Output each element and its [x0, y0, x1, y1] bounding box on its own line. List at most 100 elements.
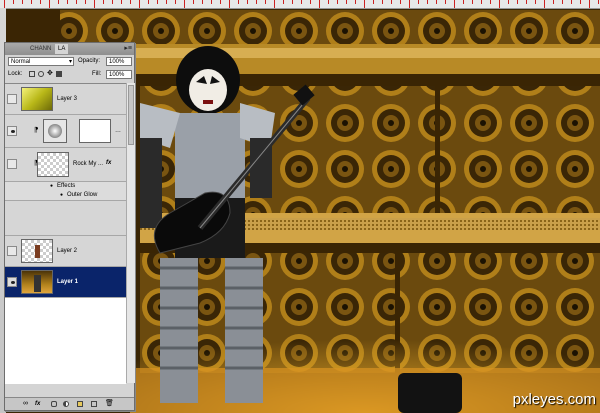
- eye-icon[interactable]: ●: [50, 182, 53, 190]
- ruler-tick: [472, 0, 473, 4]
- ruler-tick: [265, 0, 266, 4]
- layer-row[interactable]: ⁋ …: [5, 115, 126, 148]
- ruler-tick: [22, 0, 23, 4]
- ruler-tick: [49, 0, 50, 8]
- ruler-tick: [499, 0, 500, 8]
- ruler-tick: [562, 0, 563, 4]
- new-group-icon[interactable]: [77, 401, 83, 407]
- ruler-tick: [463, 0, 464, 4]
- visibility-toggle[interactable]: [7, 159, 17, 169]
- visibility-toggle[interactable]: [7, 277, 17, 287]
- layers-panel: CHANN LA ▸≡ Normal ▾ Opacity: 100% Lock:…: [4, 42, 135, 411]
- ruler-tick: [346, 0, 347, 4]
- ruler-tick: [301, 0, 302, 4]
- layer-thumbnail: [21, 87, 53, 111]
- lock-image-icon[interactable]: [38, 71, 44, 77]
- lock-row: Lock: ✥ Fill: 100%: [8, 70, 132, 80]
- visibility-toggle[interactable]: [7, 246, 17, 256]
- ruler-tick: [220, 0, 221, 4]
- layer-row-spacer: [5, 201, 126, 236]
- new-layer-icon[interactable]: [91, 401, 97, 407]
- ruler-tick: [40, 0, 41, 4]
- trash-icon[interactable]: 🗑: [105, 400, 114, 407]
- ruler-tick: [112, 0, 113, 4]
- effect-name: Outer Glow: [67, 192, 98, 198]
- opacity-field[interactable]: 100%: [106, 57, 132, 66]
- ruler-tick: [535, 0, 536, 4]
- effect-item-row[interactable]: ● Outer Glow: [5, 191, 126, 201]
- scrollbar-thumb[interactable]: [128, 85, 134, 145]
- tab-layers[interactable]: LA: [55, 44, 69, 54]
- ruler-tick: [67, 0, 68, 4]
- eye-icon[interactable]: ●: [60, 191, 63, 199]
- ruler-tick: [436, 0, 437, 4]
- layers-scrollbar[interactable]: [126, 83, 135, 383]
- layer-row-selected[interactable]: Layer 1: [5, 267, 126, 298]
- ruler-tick: [103, 0, 104, 4]
- effects-label: Effects: [57, 183, 76, 189]
- layer-name: Layer 2: [57, 248, 78, 254]
- ruler-tick: [13, 0, 14, 4]
- fx-icon[interactable]: fx: [106, 159, 111, 167]
- ruler-tick: [553, 0, 554, 4]
- layer-row[interactable]: Layer 2: [5, 236, 126, 267]
- add-mask-icon[interactable]: [51, 401, 57, 407]
- fill-value: 100%: [109, 72, 125, 78]
- ruler-tick: [427, 0, 428, 4]
- layer-name: Layer 1: [57, 279, 79, 285]
- layer-row[interactable]: Layer 3: [5, 84, 126, 115]
- ruler-tick: [589, 0, 590, 8]
- ruler-tick: [310, 0, 311, 4]
- ruler-tick: [148, 0, 149, 4]
- more-icon: …: [115, 128, 121, 134]
- ruler-tick: [373, 0, 374, 4]
- chevron-down-icon: ▾: [68, 59, 72, 65]
- blend-mode-select[interactable]: Normal ▾: [8, 57, 74, 66]
- link-icon: ⁋: [34, 127, 39, 134]
- panel-menu-icon[interactable]: ▸≡: [124, 44, 132, 54]
- watermark: pxleyes.com: [512, 391, 596, 408]
- eye-icon: [11, 281, 15, 284]
- opacity-label: Opacity:: [78, 58, 101, 64]
- canvas-window: CHANN LA ▸≡ Normal ▾ Opacity: 100% Lock:…: [0, 0, 600, 413]
- ruler-tick: [400, 0, 401, 4]
- ruler-tick: [256, 0, 257, 4]
- ruler-tick: [580, 0, 581, 4]
- ruler-tick: [130, 0, 131, 4]
- ruler-tick: [490, 0, 491, 4]
- ruler-tick: [571, 0, 572, 4]
- layer-name: Rock My ...: [73, 161, 104, 167]
- layer-thumbnail: [21, 270, 53, 294]
- lock-all-icon[interactable]: [56, 71, 62, 77]
- ruler-tick: [31, 0, 32, 4]
- ruler-tick: [94, 0, 95, 8]
- ruler-tick: [247, 0, 248, 4]
- add-style-icon[interactable]: fx: [35, 401, 41, 407]
- ruler-tick: [481, 0, 482, 4]
- tab-channels[interactable]: CHANN: [27, 44, 54, 54]
- ruler-tick: [193, 0, 194, 4]
- lock-transparent-icon[interactable]: [29, 71, 35, 77]
- top-ruler: [0, 0, 600, 9]
- ruler-tick: [184, 0, 185, 8]
- ruler-tick: [445, 0, 446, 4]
- panel-tab-bar: CHANN LA ▸≡: [5, 43, 134, 55]
- link-layers-icon[interactable]: ∞: [23, 400, 29, 407]
- ruler-tick: [121, 0, 122, 4]
- ruler-tick: [598, 0, 599, 4]
- blend-mode-value: Normal: [11, 59, 31, 65]
- ruler-tick: [544, 0, 545, 8]
- ruler-tick: [391, 0, 392, 4]
- ruler-tick: [211, 0, 212, 4]
- visibility-toggle[interactable]: [7, 94, 17, 104]
- visibility-toggle[interactable]: [7, 126, 17, 136]
- layer-row[interactable]: ⁋ Rock My ... fx: [5, 148, 126, 182]
- opacity-value: 100%: [109, 59, 125, 65]
- layer-thumbnail: [21, 239, 53, 263]
- adjustment-layer-icon[interactable]: [63, 401, 69, 407]
- ruler-tick: [85, 0, 86, 4]
- fill-field[interactable]: 100%: [106, 70, 132, 79]
- ruler-tick: [454, 0, 455, 8]
- lock-position-icon[interactable]: ✥: [47, 70, 53, 77]
- effects-row[interactable]: ● Effects: [5, 182, 126, 191]
